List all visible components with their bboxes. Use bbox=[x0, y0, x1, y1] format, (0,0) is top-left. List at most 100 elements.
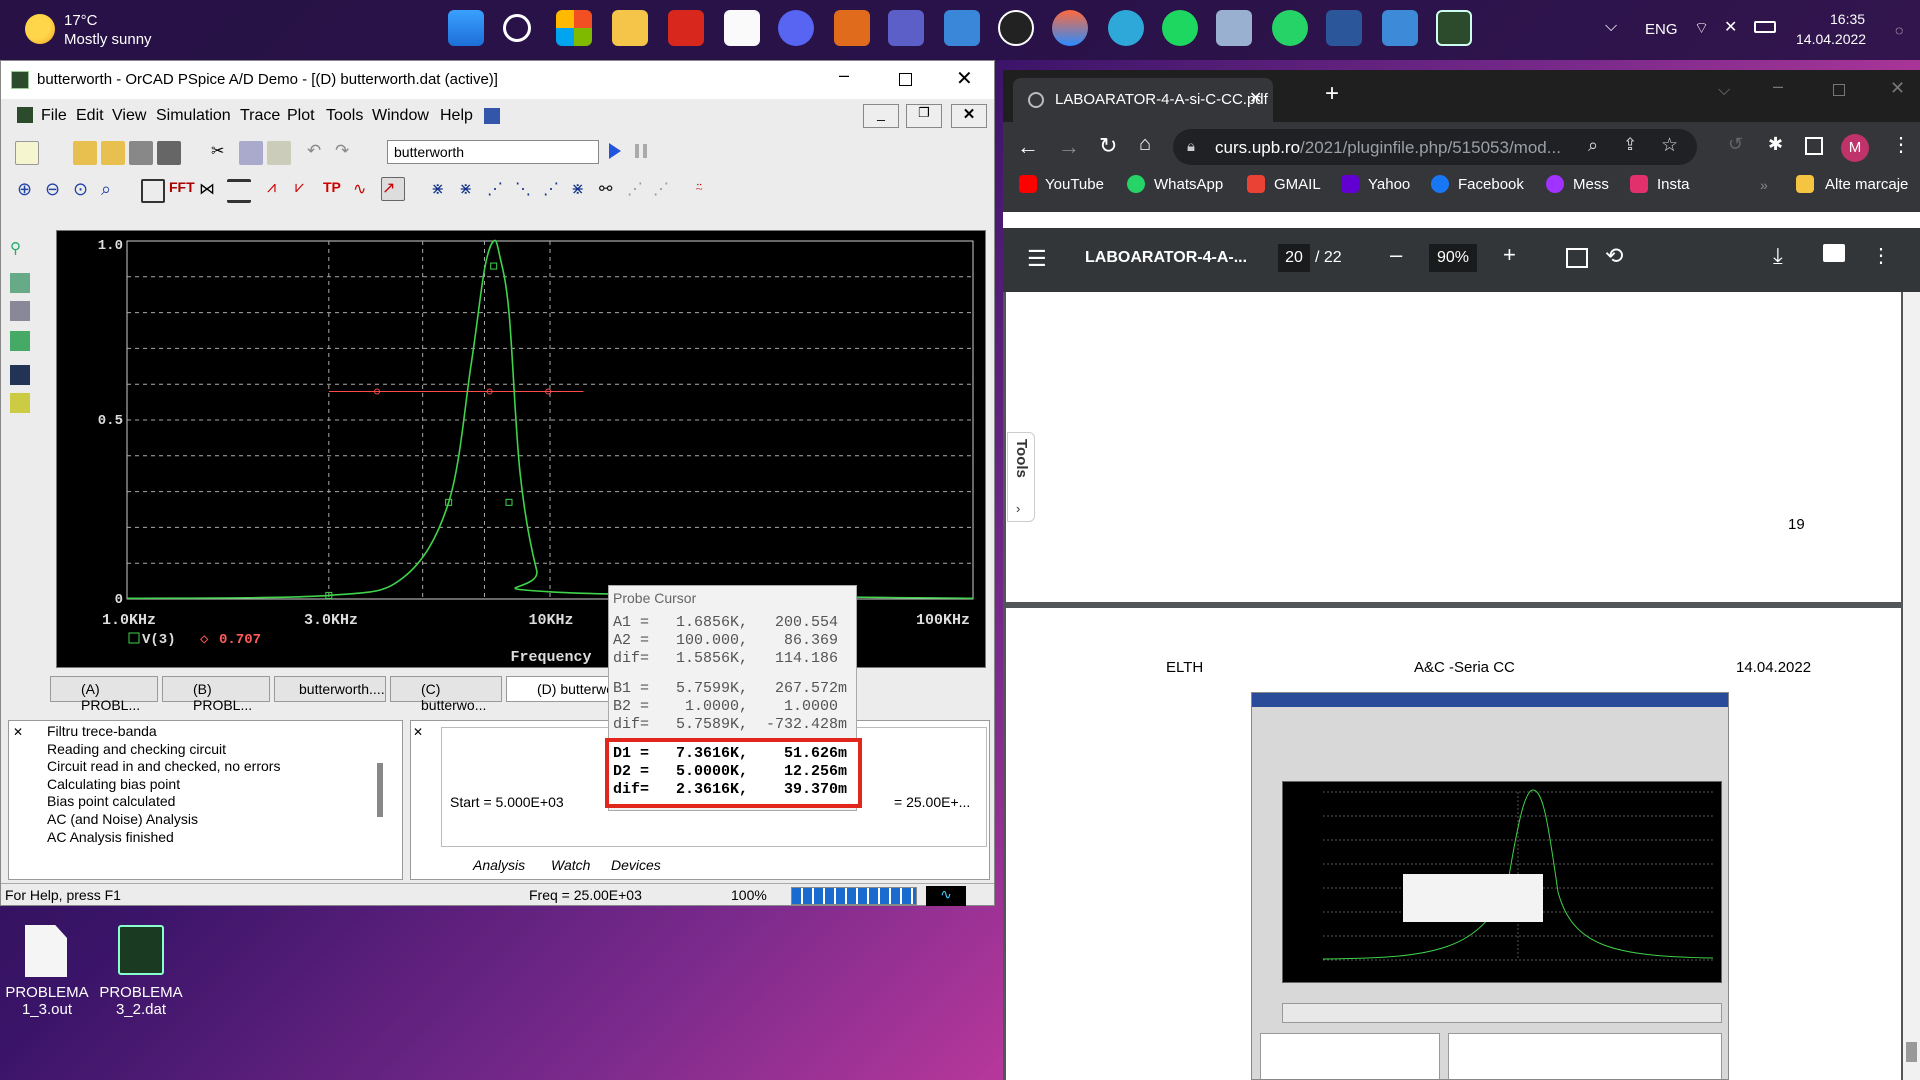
output-file-icon[interactable] bbox=[10, 301, 30, 321]
bookmark-facebook[interactable]: Facebook bbox=[1458, 176, 1524, 193]
label-point-icon[interactable]: ⍨ bbox=[695, 179, 719, 203]
tab-analysis[interactable]: Analysis bbox=[473, 857, 525, 873]
whatsapp-icon[interactable] bbox=[1272, 10, 1308, 46]
minimize-icon[interactable]: – bbox=[839, 65, 849, 86]
tab-search-icon[interactable]: ⌵ bbox=[1718, 82, 1730, 100]
extensions-icon[interactable]: ✱ bbox=[1768, 134, 1783, 155]
virtualbox-icon[interactable] bbox=[1216, 10, 1252, 46]
prev-transition-icon[interactable]: ⋰ bbox=[653, 179, 677, 203]
tab-watch[interactable]: Watch bbox=[551, 857, 590, 873]
back-icon[interactable]: ← bbox=[1017, 134, 1039, 160]
discord-icon[interactable] bbox=[778, 10, 814, 46]
forward-icon[interactable]: → bbox=[1058, 134, 1080, 160]
maximize-icon[interactable] bbox=[899, 73, 912, 86]
menu-edit[interactable]: Edit bbox=[76, 107, 104, 125]
print-icon[interactable] bbox=[157, 141, 181, 165]
app-icon[interactable] bbox=[1052, 10, 1088, 46]
bookmark-whatsapp[interactable]: WhatsApp bbox=[1154, 176, 1223, 193]
undo-icon[interactable]: ↶ bbox=[307, 141, 331, 165]
bookmark-youtube[interactable]: YouTube bbox=[1045, 176, 1104, 193]
zoom-input[interactable]: 90% bbox=[1429, 244, 1477, 272]
fourier-icon[interactable]: FFT bbox=[169, 179, 195, 203]
cursor-point-icon[interactable]: ⋇ bbox=[571, 179, 595, 203]
add-trace-icon[interactable]: ⩘ bbox=[267, 179, 291, 203]
close-icon[interactable]: ✕ bbox=[956, 66, 973, 91]
window-maximize-icon[interactable] bbox=[1833, 84, 1845, 96]
cursor-search-icon[interactable]: ⚯ bbox=[599, 179, 623, 203]
performance-icon[interactable]: ⋈ bbox=[199, 179, 223, 203]
pause-icon[interactable] bbox=[635, 144, 647, 158]
zoom-in-button[interactable]: + bbox=[1503, 242, 1516, 268]
spotify-icon[interactable] bbox=[1162, 10, 1198, 46]
tab-c-butterworth[interactable]: (C) butterwo... bbox=[390, 676, 502, 713]
menu-trace[interactable]: Trace bbox=[240, 107, 280, 125]
help-icon[interactable] bbox=[484, 108, 500, 124]
redo-icon[interactable]: ↷ bbox=[335, 141, 359, 165]
matlab-icon[interactable] bbox=[834, 10, 870, 46]
bookmark-mess[interactable]: Mess bbox=[1573, 176, 1609, 193]
mdi-close-icon[interactable]: ✕ bbox=[951, 104, 987, 128]
fit-page-icon[interactable] bbox=[1566, 248, 1588, 268]
probe-pin-icon[interactable]: ⚲ bbox=[10, 239, 30, 259]
zoom-out-icon[interactable]: ⊖ bbox=[45, 179, 69, 203]
notification-icon[interactable]: ◌ bbox=[1895, 22, 1903, 38]
menu-tools[interactable]: Tools bbox=[326, 107, 363, 125]
cursor-mode-icon[interactable]: ↗ bbox=[381, 177, 405, 201]
mdi-minimize-icon[interactable]: _ bbox=[863, 104, 899, 128]
hamburger-icon[interactable]: ☰ bbox=[1027, 246, 1047, 272]
save-icon[interactable] bbox=[129, 141, 153, 165]
pdf-menu-icon[interactable]: ⋮ bbox=[1871, 243, 1891, 268]
log-close-icon[interactable]: ✕ bbox=[13, 725, 23, 739]
bookmark-insta[interactable]: Insta bbox=[1657, 176, 1690, 193]
profile-avatar[interactable]: M bbox=[1841, 134, 1869, 162]
cursor-trough-icon[interactable]: ⋇ bbox=[459, 179, 483, 203]
weather-temperature[interactable]: 17°C bbox=[64, 12, 98, 29]
cursor-peak-icon[interactable]: ⋇ bbox=[431, 179, 455, 203]
toggle-cursor-icon[interactable]: ∿ bbox=[353, 179, 377, 203]
desktop-file-label[interactable]: PROBLEMA 1_3.out bbox=[2, 984, 92, 1018]
bookmark-yahoo[interactable]: Yahoo bbox=[1368, 176, 1410, 193]
new-tab-icon[interactable]: + bbox=[1325, 80, 1339, 108]
menu-plot[interactable]: Plot bbox=[287, 107, 315, 125]
desktop-file-label[interactable]: PROBLEMA 3_2.dat bbox=[96, 984, 186, 1018]
weather-sun-icon[interactable] bbox=[25, 14, 55, 44]
menu-window[interactable]: Window bbox=[372, 107, 429, 125]
search-icon[interactable] bbox=[503, 14, 531, 42]
home-icon[interactable]: ⌂ bbox=[1139, 133, 1151, 156]
zoom-out-button[interactable]: – bbox=[1390, 242, 1402, 268]
run-icon[interactable] bbox=[609, 143, 621, 159]
language-indicator[interactable]: ENG bbox=[1645, 21, 1678, 38]
star-icon[interactable]: ☆ bbox=[1661, 134, 1678, 157]
tab-butterworth[interactable]: butterworth.... bbox=[274, 676, 386, 702]
tab-a-problema[interactable]: (A) PROBL... bbox=[50, 676, 158, 713]
cursor-min-icon[interactable]: ⋱ bbox=[515, 179, 539, 203]
window-close-icon[interactable]: ✕ bbox=[1890, 78, 1905, 99]
wifi-icon[interactable]: ⌔ bbox=[1694, 18, 1709, 38]
pdf-scrollbar-thumb[interactable] bbox=[1906, 1042, 1917, 1062]
mdi-restore-icon[interactable]: ❐ bbox=[906, 104, 942, 128]
chevron-up-icon[interactable]: ⌵ bbox=[1605, 18, 1617, 36]
simulation-profile-input[interactable]: butterworth bbox=[387, 140, 599, 164]
tab-close-icon[interactable]: ✕ bbox=[1249, 88, 1262, 108]
log-x-icon[interactable] bbox=[141, 179, 165, 203]
zoom-icon[interactable]: ⌕ bbox=[1588, 135, 1598, 156]
menu-file[interactable]: File bbox=[41, 107, 67, 125]
open-icon[interactable] bbox=[73, 141, 97, 165]
rotate-icon[interactable]: ⟲ bbox=[1605, 243, 1623, 269]
tab-d-butterworth-active[interactable]: (D) butterwor bbox=[506, 676, 610, 702]
tab-devices[interactable]: Devices bbox=[611, 857, 661, 873]
pspice-data-icon[interactable] bbox=[118, 925, 164, 975]
log-scrollbar[interactable] bbox=[377, 763, 383, 817]
pdf-viewer[interactable]: 19 ELTH A&C -Seria CC 14.04.2022 Tools › bbox=[1003, 292, 1920, 1080]
word-icon[interactable] bbox=[1326, 10, 1362, 46]
acrobat-icon[interactable] bbox=[668, 10, 704, 46]
tab-b-problema[interactable]: (B) PROBL... bbox=[162, 676, 270, 713]
cut-icon[interactable]: ✂ bbox=[211, 141, 235, 165]
history-icon[interactable]: ↺ bbox=[1728, 134, 1743, 155]
photos-icon[interactable] bbox=[1382, 10, 1418, 46]
bookmarks-more-icon[interactable]: » bbox=[1760, 177, 1768, 193]
address-bar[interactable]: 🔒︎ curs.upb.ro/2021/pluginfile.php/51505… bbox=[1173, 129, 1697, 165]
bookmark-other[interactable]: Alte marcaje bbox=[1825, 176, 1908, 193]
tools-sidebar-handle[interactable]: Tools › bbox=[1007, 432, 1035, 522]
orcad-icon[interactable] bbox=[1436, 10, 1472, 46]
